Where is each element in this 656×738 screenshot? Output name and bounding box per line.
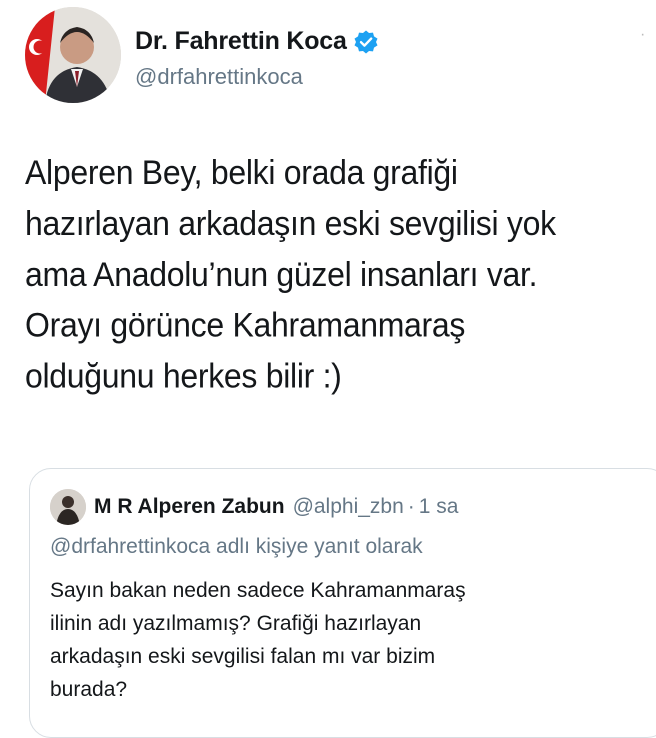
quoted-text-line: Sayın bakan neden sadece Kahramanmaraş [50, 579, 466, 602]
quoted-tweet-header: M R Alperen Zabun @alphi_zbn · 1 sa [50, 489, 459, 525]
author-name-row: Dr. Fahrettin Koca [135, 27, 379, 56]
quoted-author-handle[interactable]: @alphi_zbn [293, 495, 404, 519]
separator-dot: · [407, 495, 415, 518]
reply-context: @drfahrettinkoca adlı kişiye yanıt olara… [50, 535, 423, 558]
quoted-text-line: arkadaşın eski sevgilisi falan mı var bi… [50, 645, 436, 668]
tweet-text-line: Alperen Bey, belki orada grafiği [25, 153, 458, 192]
more-options-icon[interactable]: · [640, 26, 645, 44]
tweet-text-line: olduğunu herkes bilir :) [25, 356, 342, 396]
quoted-timestamp[interactable]: 1 sa [419, 495, 459, 519]
quoted-text-line: burada? [50, 678, 128, 701]
tweet-text: Alperen Bey, belki orada grafiği hazırla… [25, 147, 645, 401]
author-handle[interactable]: @drfahrettinkoca [135, 64, 303, 90]
quoted-tweet-card[interactable]: M R Alperen Zabun @alphi_zbn · 1 sa @drf… [29, 468, 656, 738]
quoted-author-avatar[interactable] [50, 489, 86, 525]
author-name[interactable]: Dr. Fahrettin Koca [135, 27, 347, 56]
quoted-text-line: ilinin adı yazılmamış? Grafiği hazırlaya… [50, 612, 422, 635]
tweet-text-line: Orayı görünce Kahramanmaraş [25, 306, 466, 345]
quoted-author-name[interactable]: M R Alperen Zabun [94, 495, 285, 519]
tweet-text-line: hazırlayan arkadaşın eski sevgilisi yok [25, 204, 556, 243]
avatar-image-icon [25, 7, 121, 103]
quoted-tweet-text: Sayın bakan neden sadece Kahramanmaraş i… [50, 574, 650, 706]
quoted-avatar-image-icon [50, 489, 86, 525]
author-avatar[interactable] [25, 7, 121, 103]
verified-badge-icon [353, 29, 379, 55]
tweet-text-line: ama Anadolu’nun güzel insanları var. [25, 255, 538, 294]
